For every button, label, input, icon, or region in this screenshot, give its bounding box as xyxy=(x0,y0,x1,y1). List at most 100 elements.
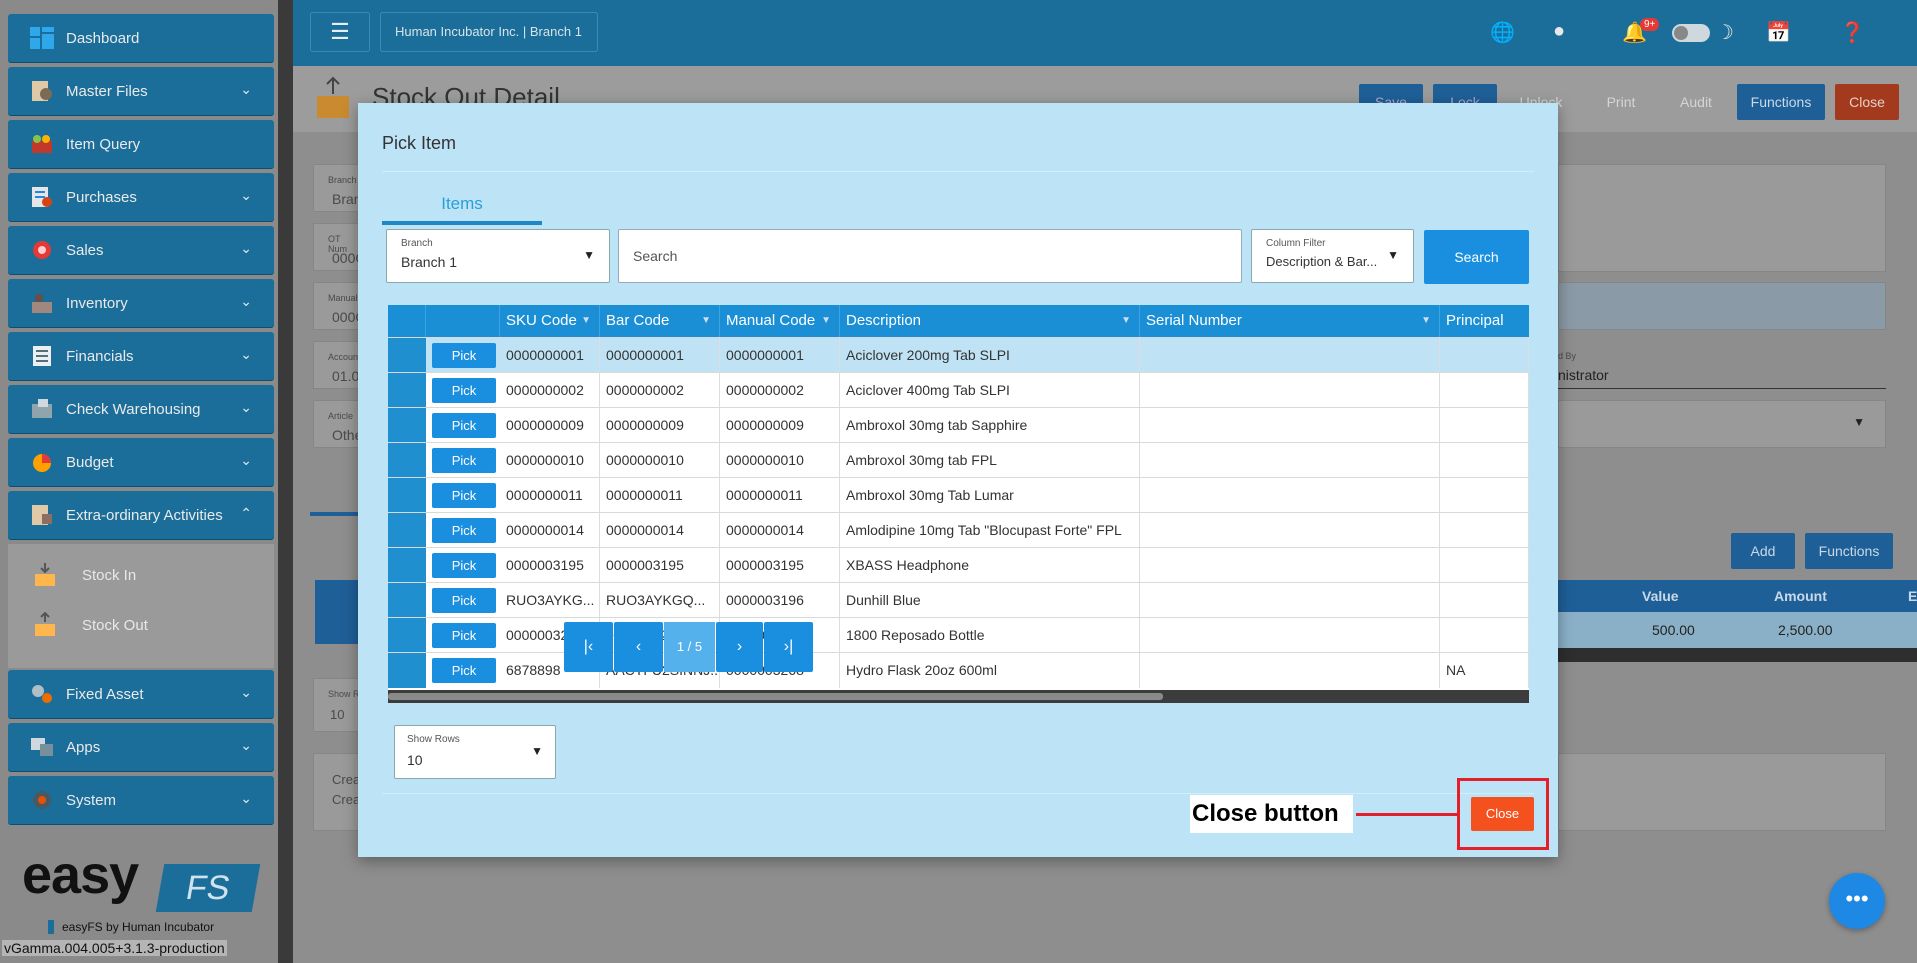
cell-sku: 0000000010 xyxy=(500,443,600,478)
column-filter-value: Description & Bar... xyxy=(1266,254,1378,269)
add-detail-button[interactable]: Add xyxy=(1731,533,1795,569)
table-row[interactable]: Pick 0000000009 0000000009 0000000009 Ambrox… xyxy=(388,407,1529,443)
show-rows-select[interactable]: Show Rows 10 ▼ xyxy=(394,725,556,779)
manual-code-field[interactable]: Manual 000C xyxy=(313,282,365,330)
table-row[interactable]: Pick0000003225000000322500000032251800 R… xyxy=(388,617,1529,653)
dashboard-icon xyxy=(30,27,54,49)
detail-show-rows[interactable]: Show R 10 xyxy=(313,678,361,732)
filter-icon[interactable]: ▼ xyxy=(821,305,831,337)
table-row[interactable]: Pick 0000000002 0000000002 0000000002 Aciclo… xyxy=(388,372,1529,408)
col-manual-code[interactable]: Manual Code ▼ xyxy=(720,305,840,337)
sidebar-item-dashboard[interactable]: Dashboard xyxy=(8,14,274,62)
remarks-field[interactable] xyxy=(1558,164,1886,272)
sidebar-item-inventory[interactable]: Inventory ⌄ xyxy=(8,279,274,327)
sidebar-subitem-stock-out[interactable]: Stock Out xyxy=(32,612,148,638)
scrollbar-thumb[interactable] xyxy=(388,693,1163,700)
print-button[interactable]: Print xyxy=(1588,84,1654,120)
table-row[interactable]: Pick 0000000011 0000000011 0000000011 Ambrox… xyxy=(388,477,1529,513)
help-icon[interactable]: ❓ xyxy=(1840,20,1865,45)
approved-by-field[interactable]: d By nistrator xyxy=(1558,341,1886,389)
col-bar-code[interactable]: Bar Code ▼ xyxy=(600,305,720,337)
table-row[interactable]: Pick 0000000001 0000000001 0000000001 Aciclo… xyxy=(388,337,1529,373)
filter-icon[interactable]: ▼ xyxy=(1121,305,1131,337)
company-branch-selector[interactable]: Human Incubator Inc. | Branch 1 xyxy=(380,12,598,52)
annotation-highlight-box xyxy=(1457,778,1549,850)
pick-button[interactable]: Pick xyxy=(432,518,496,543)
sidebar-item-fixed-asset[interactable]: Fixed Asset ⌄ xyxy=(8,670,274,718)
pick-button[interactable]: Pick xyxy=(432,623,496,648)
pick-button[interactable]: Pick xyxy=(432,483,496,508)
cell-principal xyxy=(1440,443,1529,478)
col-sku-code[interactable]: SKU Code ▼ xyxy=(500,305,600,337)
dropdown-field[interactable]: ▼ xyxy=(1558,400,1886,448)
branch-field[interactable]: Branch Bran xyxy=(313,164,362,212)
user-icon[interactable]: ● xyxy=(1553,20,1565,43)
branch-select[interactable]: Branch Branch 1 ▼ xyxy=(386,229,610,283)
sidebar-item-financials[interactable]: Financials ⌄ xyxy=(8,332,274,380)
pick-button[interactable]: Pick xyxy=(432,378,496,403)
column-filter-select[interactable]: Column Filter Description & Bar... ▼ xyxy=(1251,229,1414,283)
sidebar-item-label: Apps xyxy=(66,738,101,756)
more-actions-fab[interactable]: ••• xyxy=(1829,873,1885,929)
detail-grid-scrollbar[interactable] xyxy=(1558,648,1917,662)
search-input[interactable]: Search xyxy=(618,229,1242,283)
ot-number-field[interactable]: OT Num 000C xyxy=(313,223,365,271)
grid-horizontal-scrollbar[interactable] xyxy=(388,690,1529,703)
prev-page-button[interactable]: ‹ xyxy=(614,622,663,672)
detail-grid-header: Value Amount E xyxy=(1558,580,1917,612)
approved-by-value: nistrator xyxy=(1558,367,1609,383)
menu-toggle-button[interactable]: ☰ xyxy=(310,12,370,52)
sidebar-item-sales[interactable]: Sales ⌄ xyxy=(8,226,274,274)
next-page-button[interactable]: › xyxy=(716,622,763,672)
sidebar-item-master-files[interactable]: Master Files ⌄ xyxy=(8,67,274,115)
sidebar-item-extraordinary[interactable]: Extra-ordinary Activities ⌃ xyxy=(8,491,274,539)
account-field[interactable]: Accoun 01.01 xyxy=(313,341,367,389)
cell-sku: 0000000002 xyxy=(500,373,600,408)
sidebar-item-system[interactable]: System ⌄ xyxy=(8,776,274,824)
sidebar-item-label: System xyxy=(66,791,117,809)
stock-in-icon xyxy=(35,563,55,586)
sidebar-item-check-warehousing[interactable]: Check Warehousing ⌄ xyxy=(8,385,274,433)
table-row[interactable]: Pick6878898AACTFU2SINNJ...0000003268Hydr… xyxy=(388,652,1529,688)
first-page-button[interactable]: |‹ xyxy=(564,622,613,672)
filter-icon[interactable]: ▼ xyxy=(581,305,591,337)
detail-functions-button[interactable]: Functions xyxy=(1805,533,1893,569)
sidebar-subitem-stock-in[interactable]: Stock In xyxy=(32,562,136,588)
sidebar-item-label: Master Files xyxy=(66,82,148,100)
pick-button[interactable]: Pick xyxy=(432,553,496,578)
cell-serial xyxy=(1140,653,1440,688)
filter-icon[interactable]: ▼ xyxy=(701,305,711,337)
col-serial-number[interactable]: Serial Number ▼ xyxy=(1140,305,1440,337)
pick-button[interactable]: Pick xyxy=(432,588,496,613)
cell-manual: 0000003196 xyxy=(720,583,840,618)
sidebar-item-purchases[interactable]: Purchases ⌄ xyxy=(8,173,274,221)
sidebar-item-budget[interactable]: Budget ⌄ xyxy=(8,438,274,486)
filter-icon[interactable]: ▼ xyxy=(1421,305,1431,337)
pick-button[interactable]: Pick xyxy=(432,343,496,368)
theme-toggle[interactable] xyxy=(1672,24,1710,42)
globe-icon[interactable]: 🌐 xyxy=(1490,20,1515,45)
article-field[interactable]: Article Othe xyxy=(313,400,362,448)
detail-grid-row[interactable]: 500.00 2,500.00 xyxy=(1558,612,1917,648)
pick-button[interactable]: Pick xyxy=(432,658,496,683)
tab-items[interactable]: Items xyxy=(382,189,542,225)
pick-button[interactable]: Pick xyxy=(432,448,496,473)
detail-col-value: Value xyxy=(1642,588,1679,604)
search-button[interactable]: Search xyxy=(1424,230,1529,284)
table-row[interactable]: Pick 0000000010 0000000010 0000000010 Ambrox… xyxy=(388,442,1529,478)
table-row[interactable]: Pick 0000000014 0000000014 0000000014 Amlodi… xyxy=(388,512,1529,548)
last-page-button[interactable]: ›| xyxy=(764,622,813,672)
sidebar-item-apps[interactable]: Apps ⌄ xyxy=(8,723,274,771)
page-close-button[interactable]: Close xyxy=(1835,84,1899,120)
sidebar-item-label: Purchases xyxy=(66,188,137,206)
calendar-icon[interactable]: 📅 xyxy=(1766,20,1791,45)
col-principal[interactable]: Principal xyxy=(1440,305,1529,337)
table-row[interactable]: Pick RUO3AYKG... RUO3AYKGQ... 0000003196 Dun… xyxy=(388,582,1529,618)
col-description[interactable]: Description ▼ xyxy=(840,305,1140,337)
pick-button[interactable]: Pick xyxy=(432,413,496,438)
sidebar-item-item-query[interactable]: Item Query xyxy=(8,120,274,168)
cell-serial xyxy=(1140,513,1440,548)
audit-button[interactable]: Audit xyxy=(1664,84,1728,120)
table-row[interactable]: Pick 0000003195 0000003195 0000003195 XBASS … xyxy=(388,547,1529,583)
functions-button[interactable]: Functions xyxy=(1737,84,1825,120)
